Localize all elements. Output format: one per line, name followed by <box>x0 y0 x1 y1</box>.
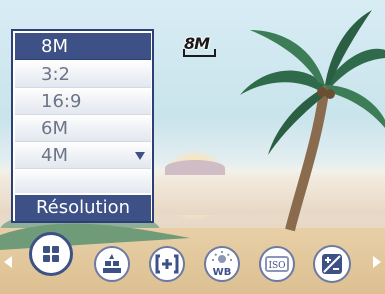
macro-focus-icon[interactable] <box>149 246 185 282</box>
nav-left-arrow-icon[interactable] <box>4 256 12 268</box>
menu-item-3-2[interactable]: 3:2 <box>15 61 151 88</box>
menu-item-16-9[interactable]: 16:9 <box>15 88 151 115</box>
menu-item-label: 6M <box>41 118 68 139</box>
nav-right-arrow-icon[interactable] <box>373 256 381 268</box>
menu-item-8m[interactable]: 8M <box>15 33 151 60</box>
quality-stars-glyph <box>103 254 121 273</box>
exposure-compensation-icon[interactable] <box>313 245 351 283</box>
resolution-indicator: 8M <box>182 34 218 59</box>
iso-icon[interactable]: ISO <box>259 246 295 282</box>
menu-spacer <box>15 169 151 193</box>
scroll-down-arrow-icon <box>135 152 145 160</box>
iso-label: ISO <box>268 261 285 271</box>
menu-item-label: 4M <box>41 145 68 166</box>
menu-item-4m[interactable]: 4M <box>15 142 151 169</box>
wb-label: WB <box>213 267 232 278</box>
menu-item-label: 16:9 <box>41 91 82 112</box>
focus-brackets-glyph <box>155 254 179 274</box>
sun-wb-glyph: WB <box>212 251 232 278</box>
menu-item-label: 8M <box>41 36 68 57</box>
quality-icon[interactable] <box>94 246 130 282</box>
menu-item-label: 3:2 <box>41 64 70 85</box>
iso-glyph: ISO <box>265 256 289 272</box>
menu-title: Résolution <box>15 195 151 221</box>
menu-item-6m[interactable]: 6M <box>15 115 151 142</box>
camera-screen: 8M 3:2 16:9 6M 4M Résolution 8M WB ISO <box>0 0 385 294</box>
ev-glyph <box>322 254 342 274</box>
white-balance-icon[interactable]: WB <box>204 246 240 282</box>
resolution-menu: 8M 3:2 16:9 6M 4M Résolution <box>11 29 154 223</box>
resolution-indicator-text: 8M <box>184 34 210 53</box>
function-icon-bar: WB ISO <box>0 232 385 294</box>
resolution-grid-glyph <box>43 246 59 262</box>
resolution-icon[interactable] <box>29 232 73 276</box>
